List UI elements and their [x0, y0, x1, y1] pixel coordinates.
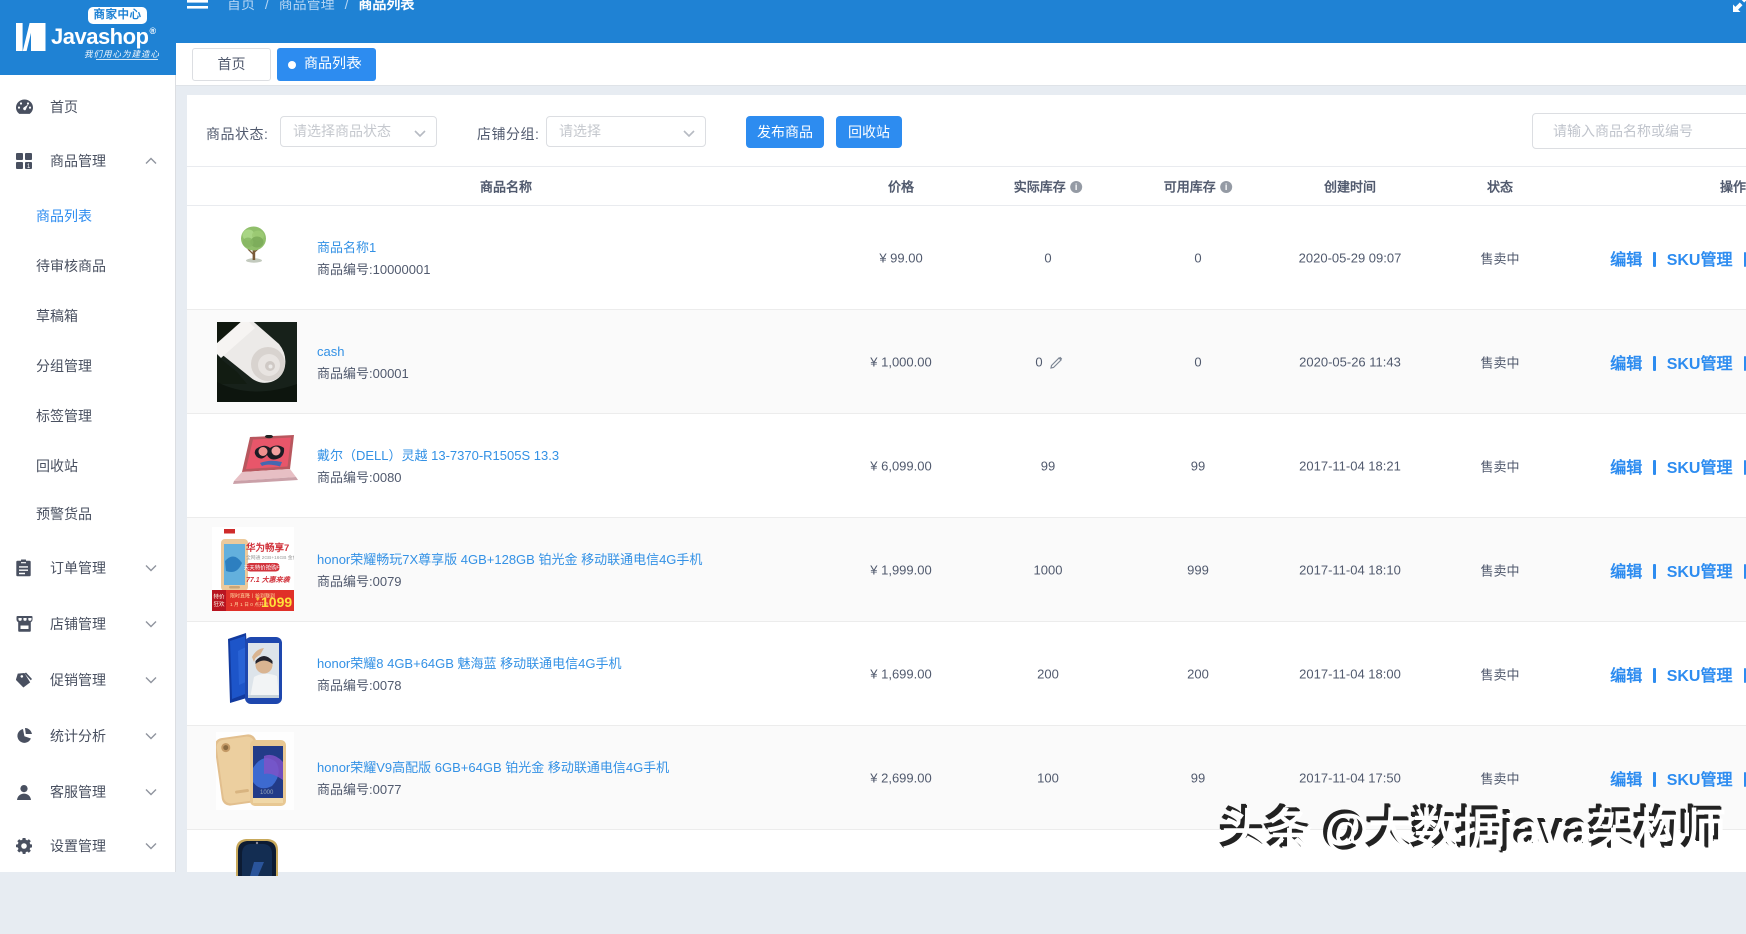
svg-text:77.1 大惠来袭: 77.1 大惠来袭: [246, 575, 292, 584]
svg-text:1099: 1099: [261, 594, 292, 610]
svg-text:狂欢: 狂欢: [213, 600, 225, 608]
svg-text:华为畅享7: 华为畅享7: [246, 542, 289, 554]
svg-text:全网通 2GB+16GB 金色版: 全网通 2GB+16GB 金色版: [246, 554, 294, 561]
svg-text:天天特价抢购中: 天天特价抢购中: [244, 564, 283, 572]
svg-text:i: i: [1075, 182, 1078, 192]
svg-text:i: i: [1225, 182, 1228, 192]
svg-text:1000: 1000: [260, 790, 274, 796]
svg-text:特价: 特价: [213, 593, 225, 601]
svg-text:¥: ¥: [256, 596, 260, 603]
